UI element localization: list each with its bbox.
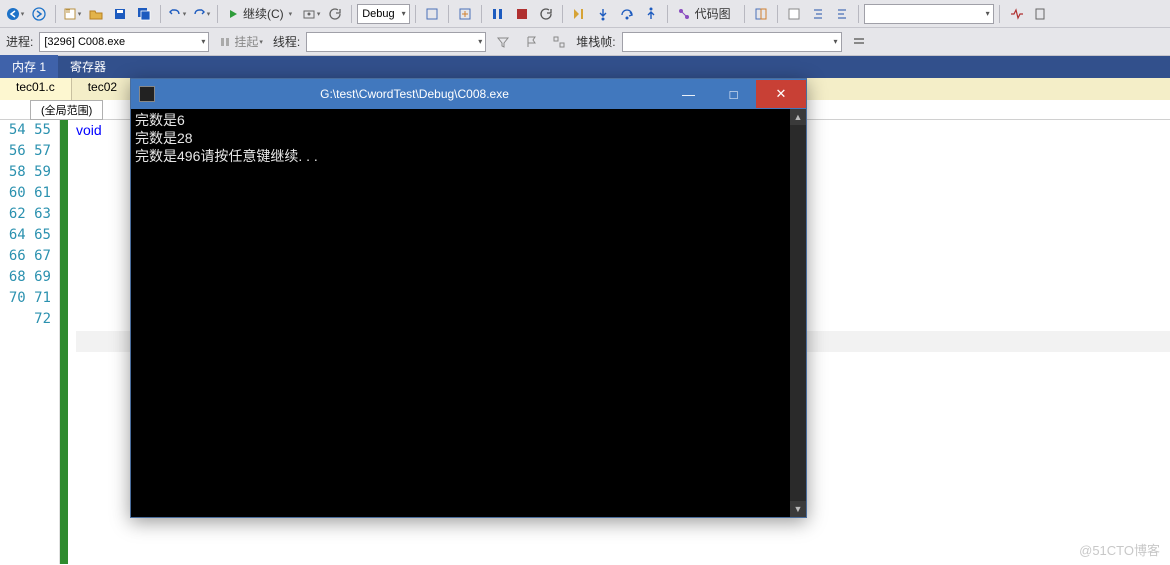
nav-back-button[interactable]: ▾ [4, 3, 26, 25]
thread-filter-icon[interactable] [492, 31, 514, 53]
tab-memory1[interactable]: 内存 1 [0, 55, 58, 78]
outdent-button[interactable] [831, 3, 853, 25]
tool-icon-6[interactable] [1029, 3, 1051, 25]
tool-icon-2[interactable] [454, 3, 476, 25]
scroll-down-icon[interactable]: ▼ [790, 501, 806, 517]
step-into-button[interactable] [592, 3, 614, 25]
process-label: 进程: [6, 33, 33, 50]
config-combo[interactable]: Debug [357, 4, 409, 24]
stop-button[interactable] [511, 3, 533, 25]
thread-label: 线程: [273, 33, 300, 50]
watermark: @51CTO博客 [1079, 540, 1160, 559]
console-window: G:\test\CwordTest\Debug\C008.exe — □ ✕ 完… [130, 78, 807, 518]
line-gutter: 54 55 56 57 58 59 60 61 62 63 64 65 66 6… [0, 120, 60, 564]
console-title: G:\test\CwordTest\Debug\C008.exe [163, 87, 666, 101]
maximize-button[interactable]: □ [711, 80, 756, 108]
step-out-button[interactable] [640, 3, 662, 25]
console-titlebar[interactable]: G:\test\CwordTest\Debug\C008.exe — □ ✕ [131, 79, 806, 109]
process-combo[interactable]: [3296] C008.exe [39, 32, 209, 52]
save-button[interactable] [109, 3, 131, 25]
stack-tool-icon[interactable] [848, 31, 870, 53]
console-scrollbar[interactable]: ▲ ▼ [790, 109, 806, 517]
tool-icon-4[interactable] [783, 3, 805, 25]
save-all-button[interactable] [133, 3, 155, 25]
stack-combo[interactable] [622, 32, 842, 52]
change-marker [60, 120, 68, 564]
tab-registers[interactable]: 寄存器 [58, 55, 118, 78]
close-button[interactable]: ✕ [756, 80, 806, 108]
restart-button[interactable] [535, 3, 557, 25]
new-item-button[interactable]: ▾ [61, 3, 83, 25]
scroll-up-icon[interactable]: ▲ [790, 109, 806, 125]
stack-label: 堆栈帧: [576, 33, 615, 50]
empty-combo-1[interactable] [864, 4, 994, 24]
thread-combo[interactable] [306, 32, 486, 52]
thread-group-icon[interactable] [548, 31, 570, 53]
open-button[interactable] [85, 3, 107, 25]
indent-button[interactable] [807, 3, 829, 25]
redo-button[interactable]: ▾ [190, 3, 212, 25]
undo-button[interactable]: ▾ [166, 3, 188, 25]
file-tab-tec01[interactable]: tec01.c [0, 78, 72, 100]
step-over-button[interactable] [616, 3, 638, 25]
codemap-button[interactable]: 代码图 [673, 3, 739, 25]
suspend-button[interactable]: 挂起▾ [215, 31, 267, 53]
scope-dropdown[interactable]: (全局范围) [30, 100, 103, 120]
console-body[interactable]: 完数是6完数是28完数是496请按任意键继续. . . ▲ ▼ [131, 109, 806, 517]
tool-icon-3[interactable] [750, 3, 772, 25]
console-icon [139, 86, 155, 102]
continue-button[interactable]: 继续(C)▾ [223, 3, 298, 25]
main-toolbar: ▾ ▾ ▾ ▾ 继续(C)▾ ▾ Debug 代码图 [0, 0, 1170, 28]
nav-forward-button[interactable] [28, 3, 50, 25]
pause-button[interactable] [487, 3, 509, 25]
debug-target-button[interactable]: ▾ [300, 3, 322, 25]
thread-flag-icon[interactable] [520, 31, 542, 53]
file-tab-tec02[interactable]: tec02 [72, 78, 134, 100]
tool-icon-5[interactable] [1005, 3, 1027, 25]
panel-tabstrip: 内存 1 寄存器 [0, 56, 1170, 78]
show-next-statement-button[interactable] [568, 3, 590, 25]
refresh-debug-button[interactable] [324, 3, 346, 25]
debug-process-bar: 进程: [3296] C008.exe 挂起▾ 线程: 堆栈帧: [0, 28, 1170, 56]
tool-icon-1[interactable] [421, 3, 443, 25]
minimize-button[interactable]: — [666, 80, 711, 108]
